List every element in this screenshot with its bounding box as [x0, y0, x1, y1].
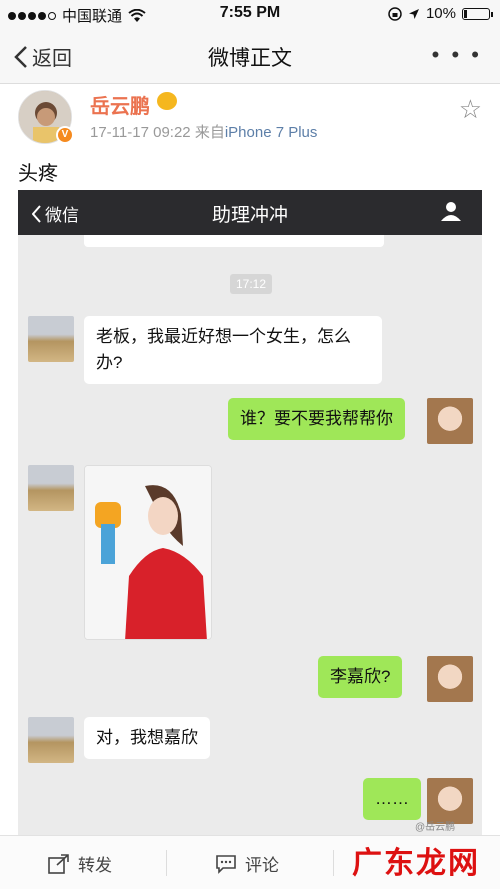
comment-icon	[216, 854, 236, 874]
post-text: 头疼	[18, 163, 58, 185]
battery-icon	[462, 7, 493, 20]
status-right: 10%	[388, 5, 493, 22]
post-meta: 17-11-17 09:22 来自iPhone 7 Plus	[90, 121, 317, 142]
chat-bubble-right: 李嘉欣?	[318, 656, 403, 698]
location-icon	[408, 8, 419, 19]
boss-avatar	[427, 656, 473, 702]
cut-off-bubble	[84, 235, 384, 247]
comment-button[interactable]: 评论	[215, 851, 279, 876]
post-date: 17-11-17 09:22	[90, 124, 191, 141]
post-source[interactable]: iPhone 7 Plus	[225, 124, 318, 141]
author-name[interactable]: 岳云鹏	[90, 90, 150, 119]
assistant-avatar	[28, 316, 74, 362]
page-title: 微博正文	[208, 47, 292, 70]
divider	[333, 850, 334, 876]
rotation-lock-icon	[388, 6, 402, 21]
watermark: 广东龙网	[352, 847, 480, 880]
nav-bar: 返回 微博正文 • • •	[0, 28, 500, 84]
crown-icon	[157, 92, 177, 110]
chat-bubble-right: 谁？要不要我帮帮你	[228, 398, 405, 440]
verified-badge-icon: V	[56, 126, 74, 144]
chat-bubble-left: 老板，我最近好想一个女生，怎么办?	[84, 316, 382, 384]
post-source-prefix: 来自	[194, 124, 225, 141]
favorite-star-icon[interactable]: ☆	[459, 94, 482, 125]
chat-bubble-left: 对，我想嘉欣	[84, 717, 210, 759]
chat-screenshot-image[interactable]: 微信 助理冲冲 17:12 老板，我最近好想一个女生，怎么办? 谁？要不要我帮帮…	[18, 190, 482, 835]
watermark-handle: @岳云鹏	[415, 822, 456, 833]
repost-icon	[48, 853, 69, 874]
assistant-avatar	[28, 465, 74, 511]
battery-fill	[464, 9, 467, 18]
battery-percent: 10%	[425, 5, 456, 22]
wechat-header: 微信 助理冲冲	[18, 190, 482, 235]
assistant-avatar	[28, 717, 74, 763]
boss-avatar	[427, 398, 473, 444]
time-badge: 17:12	[230, 274, 272, 294]
person-icon	[441, 202, 461, 221]
photo-message	[84, 465, 212, 640]
status-bar: 中国联通 7:55 PM 10%	[0, 0, 500, 28]
chat-bubble-right: ……	[363, 778, 421, 820]
more-button[interactable]: • • •	[432, 42, 482, 68]
repost-label: 转发	[78, 856, 112, 875]
comment-label: 评论	[245, 856, 279, 875]
divider	[166, 850, 167, 876]
chat-title: 助理冲冲	[211, 205, 288, 226]
repost-button[interactable]: 转发	[48, 851, 112, 876]
